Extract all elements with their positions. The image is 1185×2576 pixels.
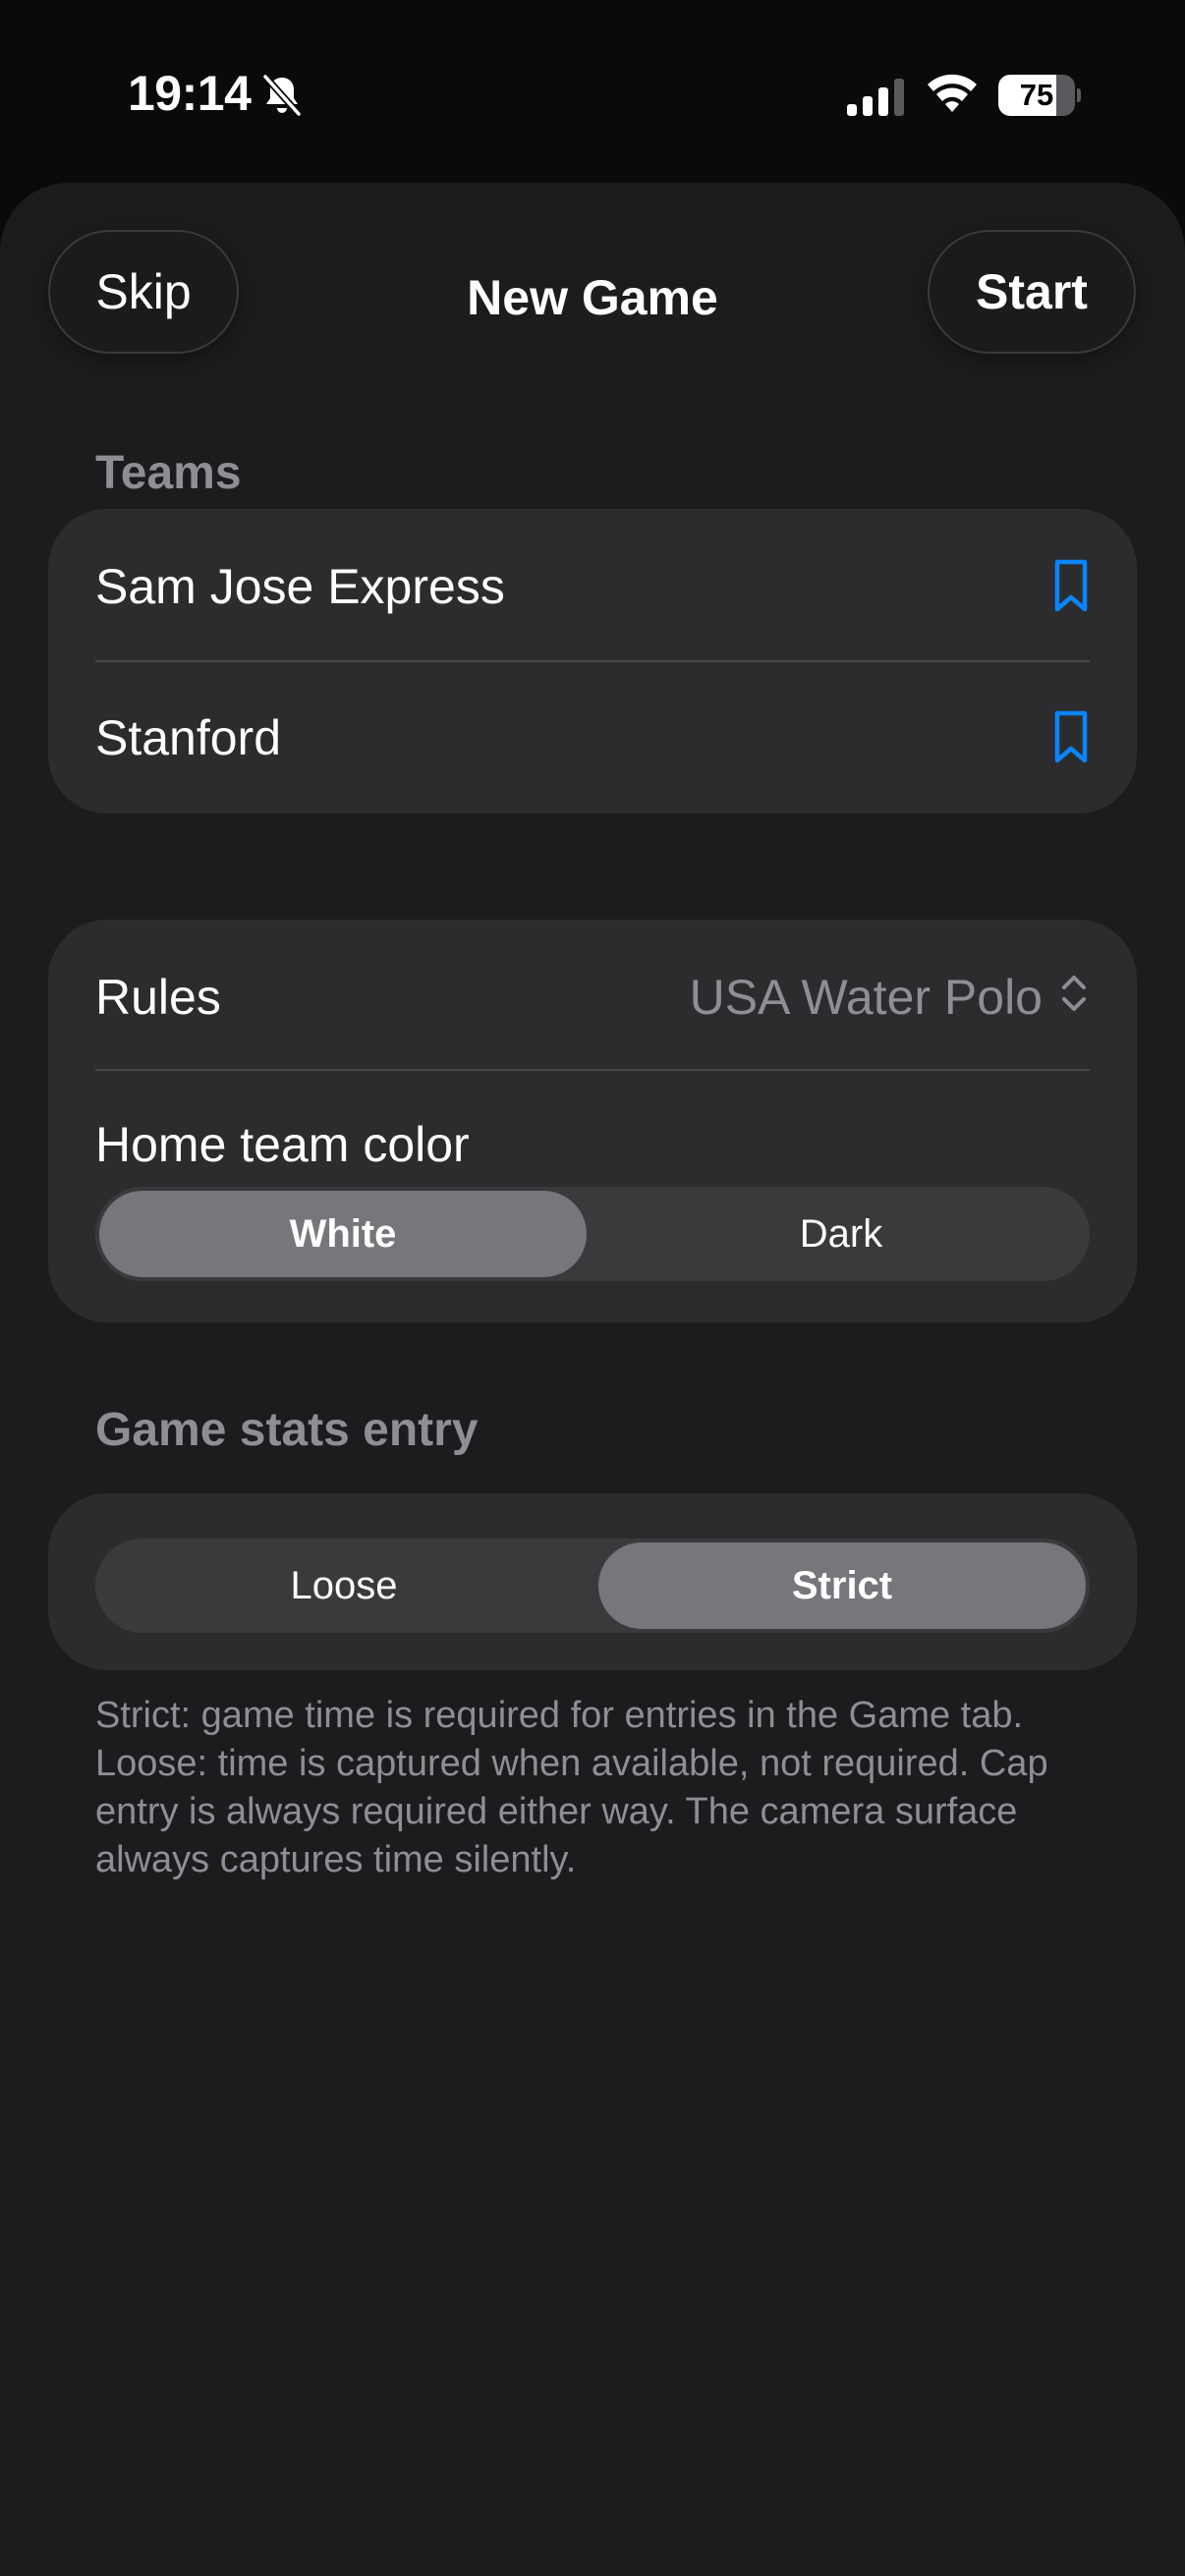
team-name: Stanford — [95, 710, 282, 765]
home-team-color-label: Home team color — [95, 1117, 470, 1172]
wifi-icon — [928, 74, 977, 112]
home-team-color-segmented-control: White Dark — [95, 1187, 1090, 1281]
rules-value[interactable]: USA Water Polo — [690, 969, 1043, 1026]
status-bar: 19:14 75 — [0, 0, 1185, 187]
stats-entry-card: Loose Strict — [48, 1493, 1137, 1670]
cellular-signal-icon — [847, 79, 904, 116]
stats-entry-segmented-control: Loose Strict — [95, 1539, 1090, 1633]
status-time: 19:14 — [128, 66, 252, 121]
segment-loose[interactable]: Loose — [95, 1539, 592, 1633]
battery-icon: 75 — [998, 75, 1081, 116]
bookmark-icon[interactable] — [1052, 709, 1090, 764]
segment-strict[interactable]: Strict — [598, 1542, 1086, 1629]
teams-section-header: Teams — [95, 447, 242, 499]
start-button[interactable]: Start — [928, 230, 1136, 354]
divider — [95, 1069, 1090, 1071]
segment-dark[interactable]: Dark — [592, 1187, 1090, 1281]
game-stats-entry-header: Game stats entry — [95, 1404, 479, 1456]
rules-row[interactable]: Rules USA Water Polo — [48, 920, 1137, 1071]
stats-entry-footnote: Strict: game time is required for entrie… — [95, 1695, 1048, 1880]
teams-card-main: Sam Jose Express Stanford — [48, 509, 1137, 813]
team-name: Sam Jose Express — [95, 559, 505, 614]
bell-slash-icon — [261, 73, 303, 118]
settings-card-main: Rules USA Water Polo Home team color Whi… — [48, 920, 1137, 1322]
team-row[interactable]: Stanford — [48, 662, 1137, 813]
rules-label: Rules — [95, 970, 221, 1025]
bookmark-icon[interactable] — [1052, 558, 1090, 613]
chevron-up-down-icon — [1062, 976, 1086, 1011]
battery-percent: 75 — [1019, 78, 1054, 112]
team-row[interactable]: Sam Jose Express — [48, 509, 1137, 660]
segment-white[interactable]: White — [99, 1191, 587, 1277]
